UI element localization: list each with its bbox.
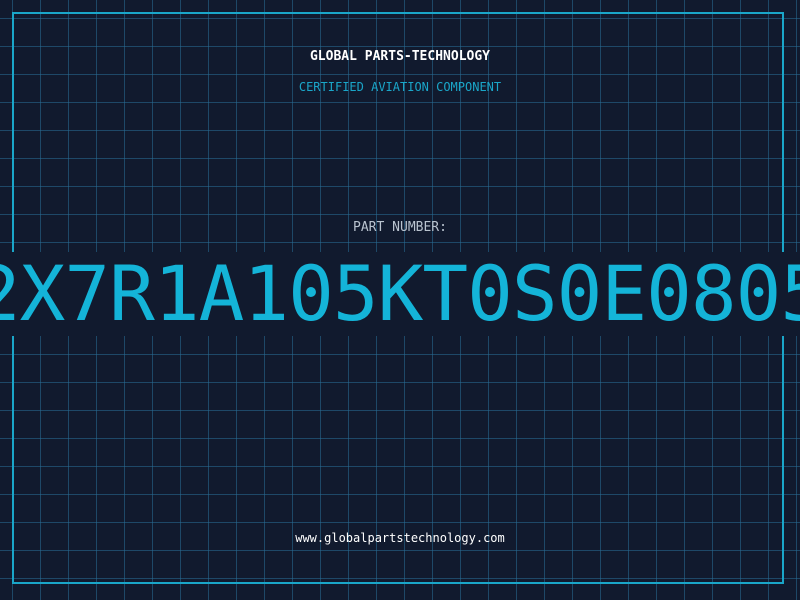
- part-card: GLOBAL PARTS-TECHNOLOGY CERTIFIED AVIATI…: [0, 0, 800, 600]
- certification-subtitle: CERTIFIED AVIATION COMPONENT: [298, 80, 502, 94]
- part-number-value: 2X7R1A105KT0S0E0805: [0, 252, 800, 336]
- company-name: GLOBAL PARTS-TECHNOLOGY: [309, 49, 490, 64]
- part-number-band: 2X7R1A105KT0S0E0805: [0, 252, 800, 336]
- part-number-label: PART NUMBER:: [353, 220, 447, 235]
- website-url: www.globalpartstechnology.com: [295, 531, 505, 545]
